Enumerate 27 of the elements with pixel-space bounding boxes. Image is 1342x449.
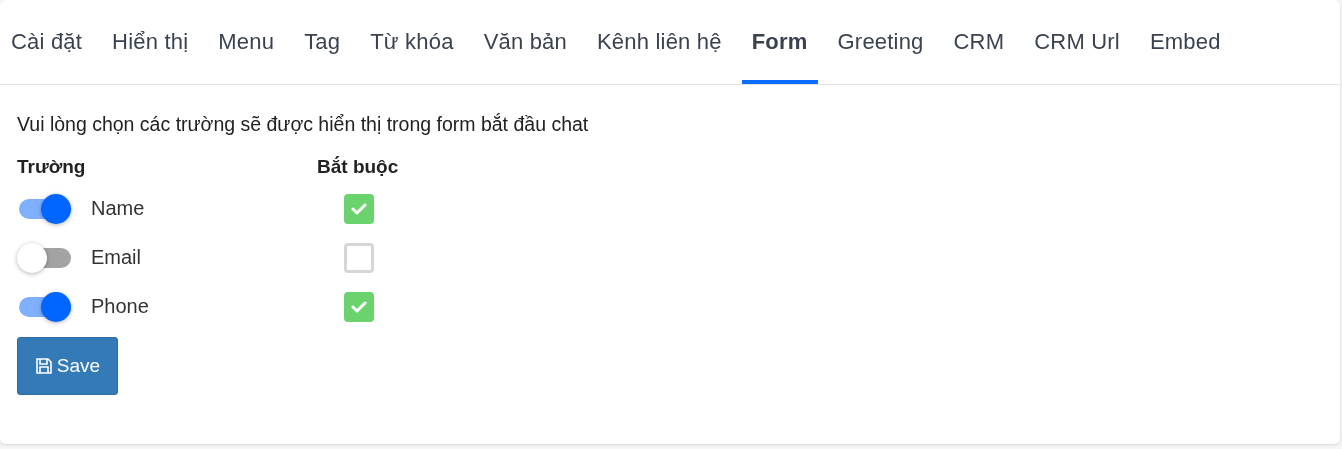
column-header: Trường [17, 156, 87, 178]
save-button[interactable]: Save [17, 337, 118, 395]
tab[interactable]: Văn bản [473, 0, 577, 84]
required-checkbox[interactable] [344, 242, 374, 273]
field-label: Name [91, 197, 145, 220]
field-label: Phone [91, 295, 149, 318]
toggle-switch[interactable] [17, 193, 73, 224]
tab[interactable]: Form [741, 0, 818, 84]
tab[interactable]: Kênh liên hệ [587, 0, 732, 84]
tab[interactable]: Menu [208, 0, 285, 84]
required-checkbox[interactable] [344, 193, 374, 224]
column-header: Bắt buộc [317, 156, 400, 178]
toggle-switch[interactable] [17, 242, 73, 273]
tab[interactable]: Hiển thị [102, 0, 199, 84]
tab[interactable]: CRM Url [1024, 0, 1130, 84]
tab[interactable]: Embed [1139, 0, 1231, 84]
tab[interactable]: Tag [294, 0, 351, 84]
required-checkbox[interactable] [344, 291, 374, 322]
tab[interactable]: Greeting [827, 0, 934, 84]
tab[interactable]: Cài đặt [1, 0, 93, 84]
check-icon [351, 300, 367, 313]
toggle-switch[interactable] [17, 291, 73, 322]
field-label: Email [91, 246, 141, 269]
tab[interactable]: Từ khóa [360, 0, 464, 84]
tab[interactable]: CRM [943, 0, 1015, 84]
intro-text: Vui lòng chọn các trường sẽ được hiển thị trong form bắt đầu chat [17, 113, 590, 136]
check-icon [351, 202, 367, 215]
